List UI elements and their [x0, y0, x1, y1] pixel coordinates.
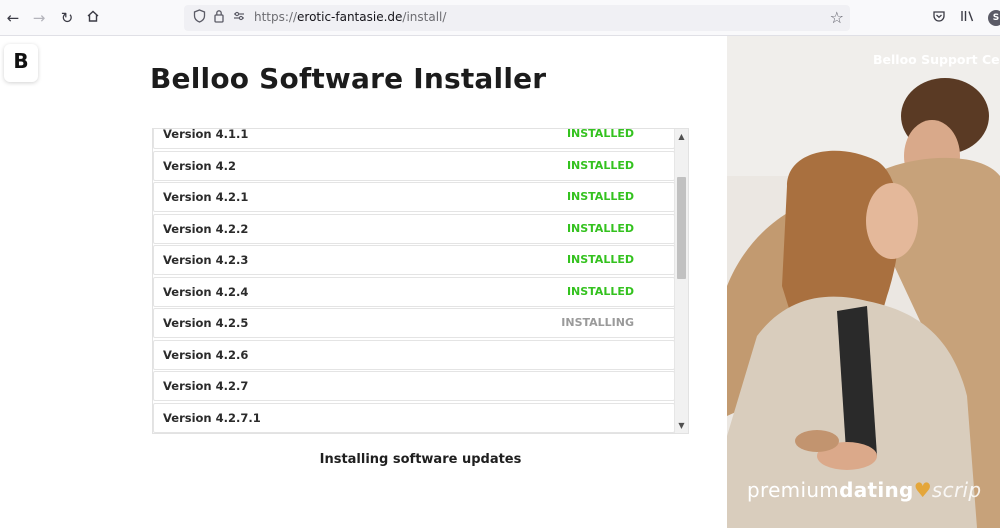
brand-bold: dating [839, 478, 914, 502]
version-label: Version 4.2.6 [163, 347, 249, 362]
url-bar[interactable]: https://erotic-fantasie.de/install/ ☆ [184, 5, 850, 31]
hero-image: Belloo Support Cen premiumdating♥scrip [727, 36, 1000, 528]
version-row: Version 4.2.3 INSTALLED [153, 245, 675, 275]
version-row: Version 4.2.4 INSTALLED [153, 276, 675, 307]
version-status-badge: INSTALLED [566, 158, 634, 172]
permissions-icon[interactable] [230, 9, 248, 27]
version-row: Version 4.1.1 INSTALLED [153, 128, 675, 149]
version-row: Version 4.2 INSTALLED [153, 150, 675, 181]
version-label: Version 4.2.3 [163, 253, 249, 267]
home-icon[interactable] [84, 9, 102, 27]
version-row: Version 4.2.7 [153, 371, 675, 401]
version-status-badge: INSTALLED [566, 190, 634, 203]
url-path: /install/ [402, 10, 447, 24]
version-status-badge: INSTALLING [561, 316, 634, 329]
forward-arrow-icon[interactable]: → [30, 9, 48, 27]
logo-letter: B [13, 49, 29, 73]
scroll-up-icon[interactable]: ▲ [675, 130, 688, 143]
version-label: Version 4.1.1 [163, 128, 249, 141]
logo[interactable]: B [4, 44, 38, 82]
back-arrow-icon[interactable]: ← [4, 9, 22, 27]
version-list-inner: Version 4.1.1 INSTALLED Version 4.2 INSTALL… [153, 128, 675, 433]
version-label: Version 4.2.1 [163, 190, 249, 204]
version-label: Version 4.2.7.1 [163, 410, 261, 425]
version-list[interactable]: Version 4.1.1 INSTALLED Version 4.2 INSTALL… [152, 128, 689, 434]
status-caption: Installing software updates [319, 452, 522, 467]
version-label: Version 4.2.2 [163, 221, 249, 236]
brand-script: scrip [931, 478, 982, 502]
heart-icon: ♥ [913, 478, 932, 502]
version-label: Version 4.2.4 [163, 284, 249, 299]
scrollbar[interactable]: ▲ ▼ [674, 129, 688, 433]
lock-icon[interactable] [210, 9, 228, 27]
url-text[interactable]: https://erotic-fantasie.de/install/ [254, 10, 446, 24]
version-label: Version 4.2.7 [163, 379, 249, 393]
version-status-badge: INSTALLED [566, 221, 634, 235]
version-row: Version 4.2.1 INSTALLED [153, 182, 675, 212]
scroll-down-icon[interactable]: ▼ [675, 419, 688, 432]
page-title: Belloo Software Installer [150, 62, 547, 95]
bookmark-star-icon[interactable]: ☆ [830, 8, 844, 28]
brand-logo: premiumdating♥scrip [747, 478, 981, 502]
shield-icon[interactable] [190, 9, 208, 27]
version-row: Version 4.2.5 INSTALLING [153, 308, 675, 338]
pocket-icon[interactable] [932, 9, 946, 27]
scroll-thumb[interactable] [677, 177, 686, 279]
url-prefix: https:// [254, 10, 298, 24]
support-center-link[interactable]: Belloo Support Cen [873, 52, 1000, 67]
version-status-badge: INSTALLED [566, 284, 634, 298]
version-label: Version 4.2 [163, 158, 236, 173]
browser-toolbar: ← → ↻ https://erotic-fantasie.de/install… [0, 0, 1000, 36]
page-content: B Belloo Software Installer Version 4.1.… [0, 36, 1000, 528]
version-label: Version 4.2.5 [163, 316, 249, 330]
couple-photo-image [727, 36, 1000, 528]
url-host: erotic-fantasie.de [297, 10, 403, 24]
profile-icon[interactable]: S [988, 10, 1000, 26]
brand-light: premium [747, 478, 840, 502]
version-status-badge: INSTALLED [566, 253, 634, 266]
version-row: Version 4.2.2 INSTALLED [153, 213, 675, 244]
library-icon[interactable] [960, 9, 976, 27]
version-row: Version 4.2.6 [153, 339, 675, 370]
version-status-badge: INSTALLED [566, 128, 634, 140]
version-row: Version 4.2.7.1 [153, 402, 675, 433]
reload-icon[interactable]: ↻ [58, 9, 76, 27]
